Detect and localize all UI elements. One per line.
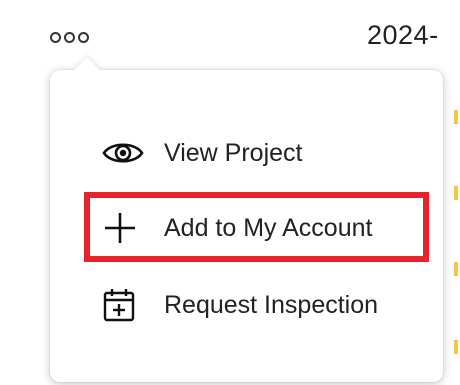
calendar-plus-icon [102, 287, 144, 323]
dot-icon [78, 31, 89, 43]
plus-icon [102, 210, 144, 246]
dot-icon [50, 31, 61, 43]
more-options-button[interactable] [50, 22, 89, 52]
menu-item-view-project[interactable]: View Project [102, 131, 303, 175]
accent-mark [454, 186, 458, 200]
menu-item-label: View Project [164, 138, 303, 167]
menu-item-request-inspection[interactable]: Request Inspection [102, 283, 378, 327]
dot-icon [64, 31, 75, 43]
menu-item-add-to-my-account[interactable]: Add to My Account [102, 206, 372, 250]
dropdown-caret [74, 57, 100, 83]
accent-mark [454, 110, 458, 124]
actions-dropdown-menu: View Project Add to My Account Request I… [50, 57, 443, 382]
date-cell: 2024- [367, 20, 439, 50]
table-edge-accents [444, 0, 460, 385]
menu-item-label: Add to My Account [164, 213, 373, 242]
accent-mark [454, 262, 458, 276]
accent-mark [454, 340, 458, 354]
menu-item-label: Request Inspection [164, 290, 379, 319]
screen: 2024- View Project Add to My Account Req… [0, 0, 460, 385]
eye-icon [102, 135, 144, 171]
